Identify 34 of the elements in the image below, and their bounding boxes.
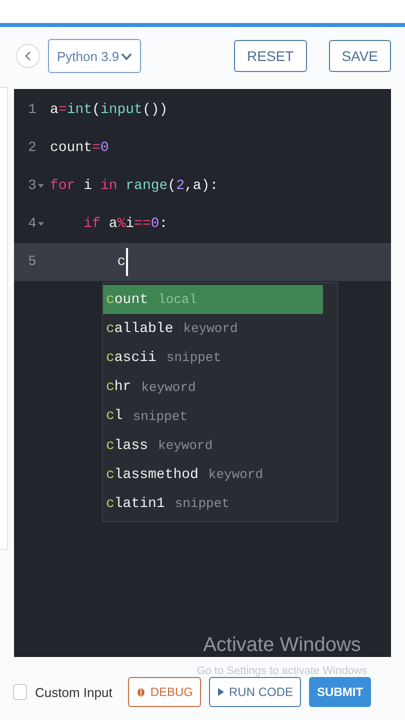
suggestion-item[interactable]: cascii snippet [103, 343, 323, 373]
save-button[interactable]: SAVE [328, 40, 391, 72]
suggestion-item[interactable]: cl snippet [103, 402, 323, 431]
line-number: 1 [27, 102, 38, 118]
checkbox-label: Custom Input [35, 684, 112, 700]
play-icon [217, 687, 226, 697]
line-number: 5 [27, 254, 38, 270]
suggestion-item[interactable]: chr keyword [103, 372, 323, 402]
language-select[interactable]: Python 3.9 [48, 39, 141, 73]
reset-button[interactable]: RESET [234, 40, 307, 72]
code-line: count=0 [50, 140, 109, 156]
suggestion-item[interactable]: classmethod keyword [103, 460, 323, 490]
suggestion-item[interactable]: callable keyword [103, 314, 323, 344]
line-number: 3 [14, 178, 50, 194]
suggestion-item[interactable]: clatin1 snippet [103, 489, 323, 518]
suggestion-item[interactable]: class keyword [103, 430, 323, 460]
code-line: for i in range(2,a): [50, 178, 218, 194]
line-number: 2 [27, 140, 38, 156]
line-number: 4 [14, 216, 50, 232]
chevron-left-icon [25, 51, 31, 61]
bug-icon [136, 687, 146, 697]
run-button[interactable]: RUN CODE [209, 677, 302, 707]
chevron-down-icon [121, 52, 132, 60]
debug-button[interactable]: DEBUG [128, 677, 202, 707]
code-line: c [50, 248, 128, 276]
activation-hint: Go to Settings to activate Windows [196, 665, 368, 677]
code-line: if a%i==0: [82, 216, 168, 232]
code-line: a=int(input()) [50, 102, 168, 118]
activation-title: Activate Windows [203, 634, 361, 657]
back-button[interactable] [16, 44, 40, 68]
suggestion-item[interactable]: count local [103, 285, 323, 314]
fold-icon[interactable] [38, 184, 44, 188]
checkbox[interactable] [13, 684, 27, 700]
fold-icon[interactable] [38, 222, 44, 226]
